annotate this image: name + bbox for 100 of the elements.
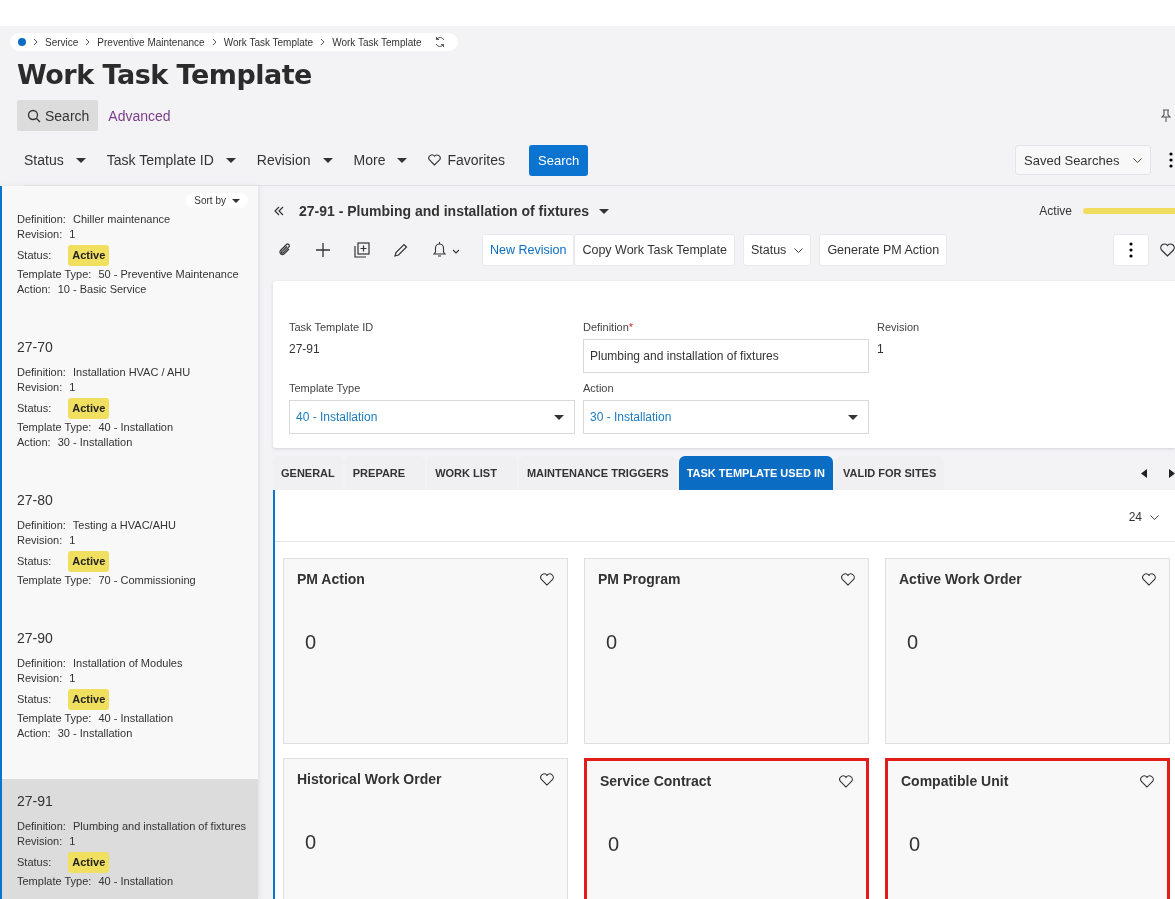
field-value: Plumbing and installation of fixtures: [73, 820, 247, 832]
pencil-icon[interactable]: [394, 243, 408, 257]
field-value: Installation of Modules: [73, 657, 183, 669]
scroll-left-icon[interactable]: [1141, 468, 1147, 478]
field-label: Revision:: [17, 534, 63, 546]
tile-title: Historical Work Order: [297, 771, 442, 787]
field-label: Status:: [17, 692, 52, 707]
more-options-icon[interactable]: [1169, 152, 1173, 168]
scroll-right-icon[interactable]: [1169, 468, 1175, 478]
favorite-icon[interactable]: [540, 772, 554, 786]
refresh-icon[interactable]: [433, 36, 446, 48]
field-label: Definition*: [583, 321, 635, 333]
tab[interactable]: TASK TEMPLATE USED IN: [678, 456, 833, 490]
field-label: Revision:: [17, 672, 63, 684]
favorite-icon[interactable]: [1160, 243, 1175, 257]
chevron-down-icon: [1150, 514, 1159, 520]
plus-icon[interactable]: [316, 243, 330, 257]
chevron-right-icon: [211, 38, 217, 46]
record-id: 27-91: [17, 793, 54, 809]
favorites-button[interactable]: Favorites: [428, 152, 505, 168]
tile-title: Active Work Order: [899, 571, 1022, 587]
field-label: Template Type:: [17, 421, 92, 433]
field-value: 1: [69, 228, 76, 240]
summary-tile[interactable]: Active Work Order 0: [885, 558, 1170, 744]
action-button[interactable]: Generate PM Action: [819, 234, 948, 266]
page-size-dropdown[interactable]: 24: [1122, 509, 1165, 525]
field-value: 27-91: [289, 341, 321, 358]
field-value: 70 - Commissioning: [98, 574, 196, 586]
record-id: 27-70: [17, 339, 54, 355]
action-button[interactable]: Copy Work Task Template: [574, 234, 735, 266]
summary-tile[interactable]: Historical Work Order 0: [283, 758, 568, 899]
field-label: Revision: [877, 321, 921, 333]
status-badge: Active: [68, 852, 110, 873]
saved-searches-dropdown[interactable]: Saved Searches: [1015, 145, 1151, 175]
field-label: Action:: [17, 283, 51, 295]
record-list-item[interactable]: Definition: Chiller maintenance Revision: 1 Status: Active Template Type: 50 - Preventive Maintenance Action: 10 - Basic Service: [2, 208, 258, 335]
caret-icon[interactable]: [599, 208, 610, 214]
breadcrumb-link[interactable]: Work Task Template: [223, 36, 314, 48]
field-label: Revision:: [17, 228, 63, 240]
field-value: 1: [69, 534, 76, 546]
favorite-icon[interactable]: [1142, 572, 1156, 586]
duplicate-icon[interactable]: [354, 242, 370, 258]
record-list-item[interactable]: 27-91 Definition: Plumbing and installation of fixtures Revision: 1 Status: Active Template Type: 40 - Installation: [2, 779, 258, 899]
field-label: Action:: [17, 436, 51, 448]
field-label: Definition:: [17, 366, 66, 378]
field-value: 1: [877, 341, 885, 358]
search-tab[interactable]: Search: [17, 100, 99, 131]
field-label: Definition:: [17, 657, 66, 669]
favorite-icon[interactable]: [1140, 774, 1154, 788]
search-icon: [27, 108, 41, 123]
summary-tile[interactable]: PM Program 0: [584, 558, 869, 744]
paperclip-icon[interactable]: [278, 242, 292, 258]
summary-tile[interactable]: Service Contract 0: [584, 758, 869, 899]
field-value: 1: [69, 672, 76, 684]
favorite-icon[interactable]: [540, 572, 554, 586]
filter-dropdown[interactable]: Task Template ID: [106, 152, 236, 168]
field-label: Task Template ID: [289, 321, 375, 333]
tile-title: PM Program: [598, 571, 681, 587]
favorite-icon[interactable]: [839, 774, 853, 788]
bell-icon[interactable]: [432, 242, 460, 258]
record-list-item[interactable]: 27-90 Definition: Installation of Modules Revision: 1 Status: Active Template Type: 40 - Installation Action: 30 - Installation: [2, 626, 258, 779]
record-id: 27-90: [17, 630, 54, 646]
summary-tile[interactable]: PM Action 0: [283, 558, 568, 744]
breadcrumb-link[interactable]: Service: [45, 36, 79, 48]
favorite-icon[interactable]: [841, 572, 855, 586]
field-value: 30 - Installation: [57, 727, 133, 739]
summary-tile[interactable]: Compatible Unit 0: [885, 758, 1170, 899]
search-button[interactable]: Search: [529, 144, 589, 176]
filter-dropdown[interactable]: More: [353, 152, 408, 168]
field-value: 1: [69, 835, 76, 847]
heart-icon: [428, 154, 442, 166]
field-label: Revision:: [17, 381, 63, 393]
record-title: 27-91 - Plumbing and installation of fixtures: [299, 203, 590, 219]
field-label: Template Type:: [17, 268, 92, 280]
tile-title: Compatible Unit: [901, 773, 1009, 789]
status-label: Active: [1039, 204, 1072, 218]
collapse-icon[interactable]: [273, 205, 285, 217]
dropdown-field[interactable]: 40 - Installation: [289, 400, 575, 434]
record-list-item[interactable]: 27-70 Definition: Installation HVAC / AHU Revision: 1 Status: Active Template Type: 40 - Installation Action: 30 - Installation: [2, 335, 258, 488]
field-value: Chiller maintenance: [73, 213, 171, 225]
field-label: Definition:: [17, 213, 66, 225]
tile-count: 0: [606, 631, 619, 654]
breadcrumb-link[interactable]: Preventive Maintenance: [97, 36, 205, 48]
status-menu-button[interactable]: Status: [742, 234, 812, 266]
more-options-button[interactable]: [1113, 234, 1149, 266]
chevron-down-icon: [1133, 157, 1142, 163]
field-label: Template Type: [289, 382, 362, 394]
dropdown-field[interactable]: 30 - Installation: [583, 400, 869, 434]
field-value: 30 - Installation: [57, 436, 133, 448]
pin-icon[interactable]: [1161, 109, 1171, 122]
breadcrumb-link[interactable]: Work Task Template: [332, 36, 422, 48]
tile-count: 0: [909, 833, 922, 856]
filter-dropdown[interactable]: Revision: [256, 152, 333, 168]
definition-field[interactable]: Plumbing and installation of fixtures: [583, 339, 869, 373]
record-list-item[interactable]: 27-80 Definition: Testing a HVAC/AHU Revision: 1 Status: Active Template Type: 70 - Commissioning: [2, 488, 258, 626]
new-revision-button[interactable]: New Revision: [482, 234, 575, 266]
advanced-tab[interactable]: Advanced: [100, 100, 179, 131]
filter-dropdown[interactable]: Status: [24, 152, 86, 168]
field-label: Status:: [17, 855, 52, 870]
sort-by-dropdown[interactable]: Sort by: [186, 193, 248, 208]
